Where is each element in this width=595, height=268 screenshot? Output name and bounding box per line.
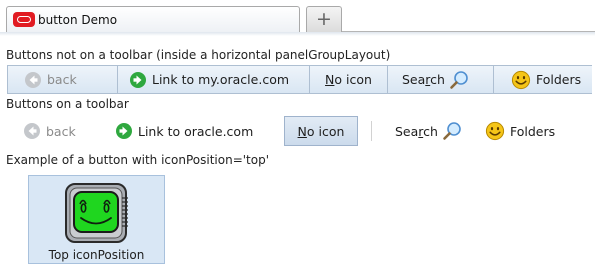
back-button[interactable]: back xyxy=(7,65,118,94)
back-label: back xyxy=(47,72,77,87)
section-caption-toolbar: Buttons on a toolbar xyxy=(6,97,129,111)
tab-title: button Demo xyxy=(38,12,118,27)
section-caption-icon-top: Example of a button with iconPosition='t… xyxy=(6,153,270,167)
smiley-icon xyxy=(511,70,531,89)
toolbar-search-label-end: ch xyxy=(423,123,438,139)
toolbar-search-label: Search xyxy=(395,124,438,139)
toolbar-back-label: back xyxy=(46,123,76,139)
back-arrow-icon xyxy=(25,71,41,88)
back-arrow-icon xyxy=(24,123,40,139)
top-icon-position-button[interactable]: Top iconPosition xyxy=(28,175,165,264)
section-caption-panel: Buttons not on a toolbar (inside a horiz… xyxy=(6,48,391,62)
search-label: Search xyxy=(402,72,445,87)
toolbar-search-button[interactable]: Search xyxy=(395,116,462,146)
no-icon-accesskey: N xyxy=(325,72,335,87)
search-button[interactable]: Search xyxy=(387,65,494,94)
toolbar-no-icon-button[interactable]: No icon xyxy=(284,116,358,146)
toolbar: back Link to oracle.com No icon Search F… xyxy=(0,116,595,146)
toolbar-search-label-start: Sea xyxy=(395,123,419,139)
toolbar-separator xyxy=(371,121,372,141)
toolbar-no-icon-accesskey: N xyxy=(297,123,307,139)
oracle-logo-icon xyxy=(13,12,35,27)
green-arrow-icon xyxy=(116,123,132,139)
green-arrow-icon xyxy=(130,71,146,88)
link-my-oracle-button[interactable]: Link to my.oracle.com xyxy=(117,65,310,94)
no-icon-label: No icon xyxy=(325,72,372,87)
toolbar-link-oracle-button[interactable]: Link to oracle.com xyxy=(115,116,253,146)
toolbar-no-icon-label: No icon xyxy=(298,124,345,139)
tab-strip-base xyxy=(0,32,595,36)
browser-tab-strip: button Demo + xyxy=(0,0,595,38)
toolbar-back-button[interactable]: back xyxy=(23,116,76,146)
panel-group-layout: back Link to my.oracle.com No icon Searc… xyxy=(7,65,592,94)
smiley-icon xyxy=(485,121,505,141)
toolbar-folders-button[interactable]: Folders xyxy=(485,116,555,146)
folders-label: Folders xyxy=(536,72,582,87)
magnifier-icon xyxy=(450,70,468,89)
no-icon-label-rest: o icon xyxy=(334,72,372,87)
link-label: Link to my.oracle.com xyxy=(152,72,290,87)
computer-monitor-smiley-icon xyxy=(65,183,128,243)
magnifier-icon xyxy=(443,122,461,140)
toolbar-folders-label: Folders xyxy=(510,123,556,139)
new-tab-button[interactable]: + xyxy=(306,6,342,32)
folders-button[interactable]: Folders xyxy=(493,65,592,94)
toolbar-no-icon-label-rest: o icon xyxy=(306,123,345,139)
top-icon-position-label: Top iconPosition xyxy=(48,248,145,262)
no-icon-button[interactable]: No icon xyxy=(309,65,388,94)
search-label-start: Sea xyxy=(402,72,426,87)
toolbar-link-label: Link to oracle.com xyxy=(138,123,254,139)
browser-tab[interactable]: button Demo xyxy=(6,6,300,32)
search-label-end: ch xyxy=(430,72,445,87)
